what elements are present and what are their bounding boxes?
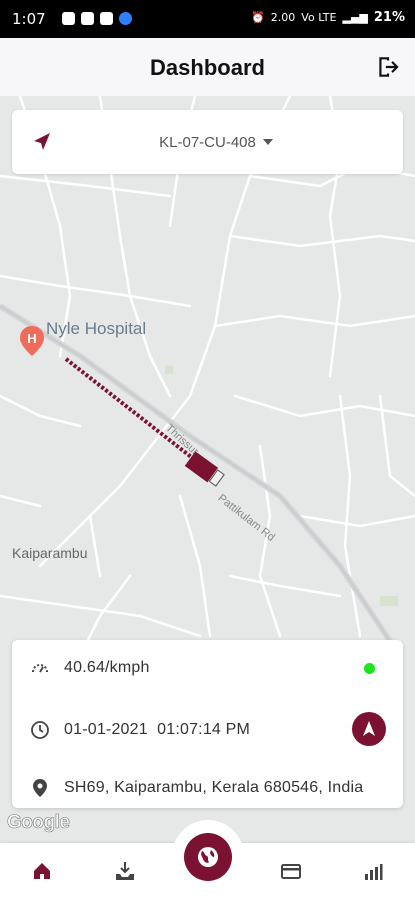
map-globe-button[interactable] (184, 833, 232, 881)
location-pin-icon (33, 779, 47, 797)
address-value: SH69, Kaiparambu, Kerala 680546, India (64, 779, 364, 796)
volte-label: Vo LTE (301, 11, 337, 24)
home-icon[interactable] (28, 857, 56, 885)
page-title: Dashboard (150, 55, 265, 80)
messenger-icon (62, 12, 75, 25)
speed-value: 40.64/kmph (64, 659, 150, 676)
download-icon[interactable] (111, 857, 139, 885)
time-value: 01:07:14 PM (157, 721, 251, 738)
gallery-icon (81, 12, 94, 25)
online-status-indicator (364, 663, 375, 674)
globe-icon (198, 847, 218, 867)
bluetooth-icon (119, 12, 132, 25)
vehicle-selector[interactable]: KL-07-CU-408 (12, 110, 403, 174)
vehicle-info-card: 40.64/kmph 01-01-2021 01:07:14 PM SH69, … (12, 640, 403, 808)
clock-icon (31, 721, 49, 739)
navigation-icon (363, 721, 375, 736)
date-value: 01-01-2021 (64, 721, 148, 738)
hospital-label[interactable]: Nyle Hospital (46, 319, 146, 339)
notification-icons (62, 12, 132, 25)
net-speed: 2.00 (270, 11, 296, 24)
datetime-row: 01-01-2021 01:07:14 PM (12, 710, 403, 750)
reports-chart-icon[interactable] (359, 857, 387, 885)
locality-label: Kaiparambu (12, 545, 88, 561)
status-right: ⏰ 2.00 Vo LTE ▂▄▆ 21% (251, 10, 405, 25)
speed-row: 40.64/kmph (12, 648, 403, 688)
status-bar: 1:07 ⏰ 2.00 Vo LTE ▂▄▆ 21% (0, 0, 415, 38)
chevron-down-icon (263, 139, 273, 145)
logout-icon[interactable] (375, 54, 401, 80)
address-row: SH69, Kaiparambu, Kerala 680546, India (12, 768, 403, 808)
status-time: 1:07 (12, 10, 46, 28)
battery-level: 21% (373, 10, 405, 25)
vehicle-plate: KL-07-CU-408 (159, 134, 256, 151)
google-attribution: Google (7, 812, 71, 834)
app-header: Dashboard (0, 38, 415, 96)
alarm-icon: ⏰ (251, 11, 265, 24)
svg-text:H: H (27, 331, 36, 346)
navigate-button[interactable] (352, 712, 386, 746)
datetime-value: 01-01-2021 01:07:14 PM (64, 721, 250, 739)
signal-icon: ▂▄▆ (342, 11, 368, 24)
cloud-icon (100, 12, 113, 25)
card-icon[interactable] (277, 857, 305, 885)
hospital-pin-icon[interactable]: H (20, 326, 44, 356)
speedometer-icon (32, 664, 48, 673)
